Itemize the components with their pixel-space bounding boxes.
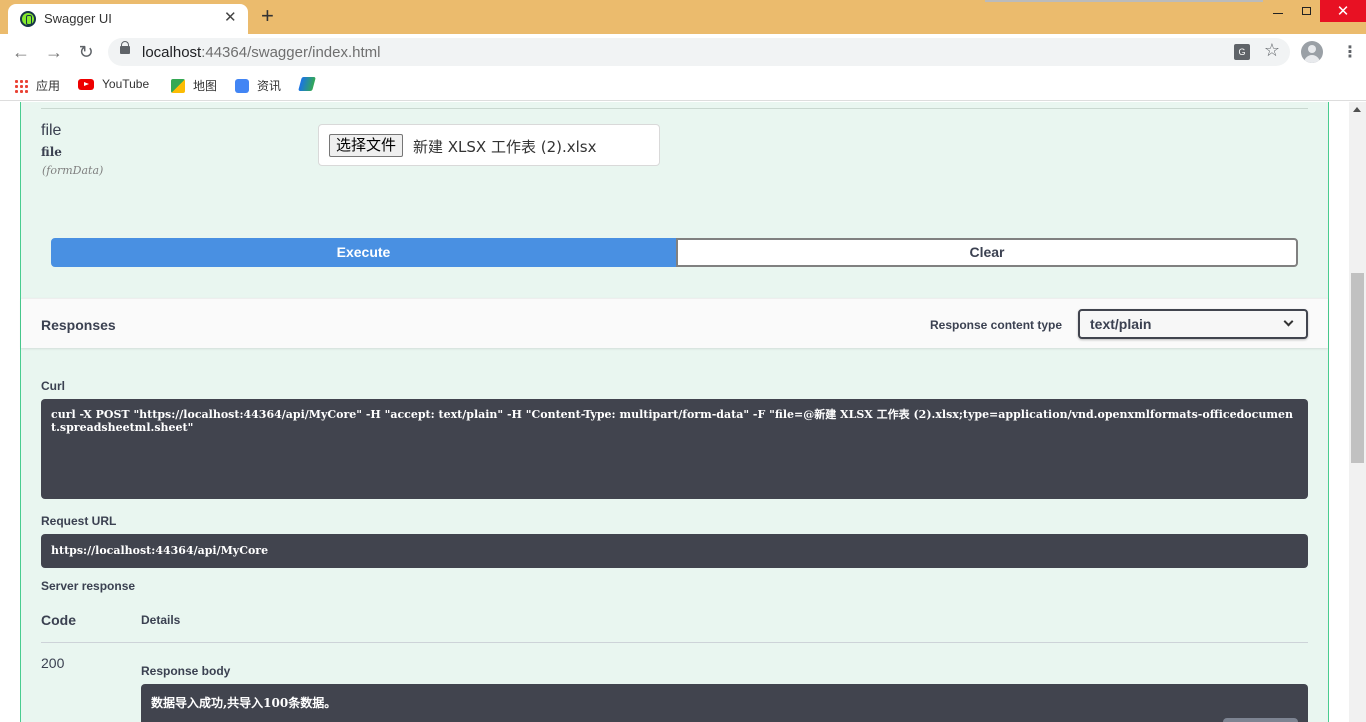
responses-title: Responses [41,317,116,333]
response-content-type-label: Response content type [930,318,1063,332]
responses-header: Responses Response content type text/pla… [21,298,1328,348]
file-input[interactable]: 选择文件 新建 XLSX 工作表 (2).xlsx [318,124,660,166]
server-response-label: Server response [41,579,136,593]
bookmark-news[interactable]: 资讯 [235,77,281,94]
restore-icon [1301,7,1311,15]
response-body-label: Response body [141,664,231,678]
menu-dots-icon[interactable]: ⋮ [1342,42,1358,62]
selected-content-type: text/plain [1090,316,1152,332]
bookmark-label: 应用 [36,79,61,93]
chevron-down-icon [1283,316,1294,327]
url-path: :44364/swagger/index.html [201,44,381,61]
parameter-name: file [41,122,62,139]
bookmark-apps[interactable]: 应用 [14,77,60,94]
tab-close-icon[interactable]: ✕ [224,8,237,26]
bookmark-icon [298,77,316,91]
curl-label: Curl [41,379,65,393]
bookmark-maps[interactable]: 地图 [171,77,217,94]
parameter-type: file [41,145,62,159]
code-column-header: Code [41,612,76,628]
url-host: localhost [142,44,202,61]
close-icon: ✕ [1336,3,1350,20]
curl-command: curl -X POST "https://localhost:44364/ap… [41,399,1308,499]
details-column-header: Details [141,613,181,627]
star-icon[interactable]: ☆ [1264,40,1280,61]
close-window-button[interactable]: ✕ [1320,0,1366,22]
profile-avatar[interactable] [1301,41,1323,63]
table-divider [41,642,1308,643]
arrow-left-icon: ← [12,41,30,62]
bookmarks-bar: 应用 YouTube 地图 资讯 [0,70,1366,101]
tab-strip: Swagger UI ✕ + ✕ [0,0,1366,34]
request-url-value: https://localhost:44364/api/MyCore [41,534,1308,568]
response-content-type-select[interactable]: text/plain [1078,309,1308,339]
operation-block-post: file file (formData) 选择文件 新建 XLSX 工作表 (2… [20,102,1329,722]
minimize-icon [1273,12,1283,14]
apps-icon [14,78,28,93]
back-button[interactable]: ← [9,40,33,64]
scroll-up-icon[interactable] [1353,107,1361,112]
maps-icon [171,78,185,93]
window-controls: ✕ [1264,0,1366,22]
browser-toolbar: ← → ↻ localhost:44364/swagger/index.html… [0,34,1366,70]
tab-title: Swagger UI [44,11,112,26]
parameter-location: (formData) [42,164,104,177]
response-status-code: 200 [41,655,65,671]
tab-swagger-ui[interactable]: Swagger UI ✕ [8,4,248,34]
choose-file-button[interactable]: 选择文件 [329,134,404,157]
restore-button[interactable] [1292,0,1320,22]
address-bar[interactable]: localhost:44364/swagger/index.html G ☆ [108,38,1290,66]
arrow-right-icon: → [45,41,63,62]
translate-icon[interactable]: G [1234,44,1250,60]
bookmark-label: 资讯 [257,79,282,93]
news-icon [235,78,249,93]
bookmark-label: 地图 [193,79,218,93]
url-text: localhost:44364/swagger/index.html [142,44,380,61]
bookmark-extra[interactable] [298,77,322,91]
chosen-file-name: 新建 XLSX 工作表 (2).xlsx [413,138,597,156]
response-body: 数据导入成功,共导入100条数据。 [141,684,1308,722]
bookmark-label: YouTube [102,77,150,91]
swagger-favicon-icon [20,11,36,27]
download-button[interactable] [1223,718,1298,722]
window-shadow [985,0,1263,2]
page-viewport: file file (formData) 选择文件 新建 XLSX 工作表 (2… [0,102,1349,722]
youtube-icon [78,78,94,90]
reload-button[interactable]: ↻ [74,40,98,64]
reload-icon: ↻ [78,41,94,62]
lock-icon [120,41,130,54]
scrollbar-thumb[interactable] [1351,273,1364,463]
new-tab-button[interactable]: + [261,3,274,29]
response-body-text: 数据导入成功,共导入100条数据。 [151,696,337,710]
divider [41,108,1308,109]
page-scrollbar[interactable] [1349,102,1366,722]
execute-button[interactable]: Execute [51,238,676,267]
forward-button[interactable]: → [42,40,66,64]
bookmark-youtube[interactable]: YouTube [78,77,149,91]
clear-button[interactable]: Clear [676,238,1298,267]
minimize-button[interactable] [1264,0,1292,22]
request-url-label: Request URL [41,514,117,528]
